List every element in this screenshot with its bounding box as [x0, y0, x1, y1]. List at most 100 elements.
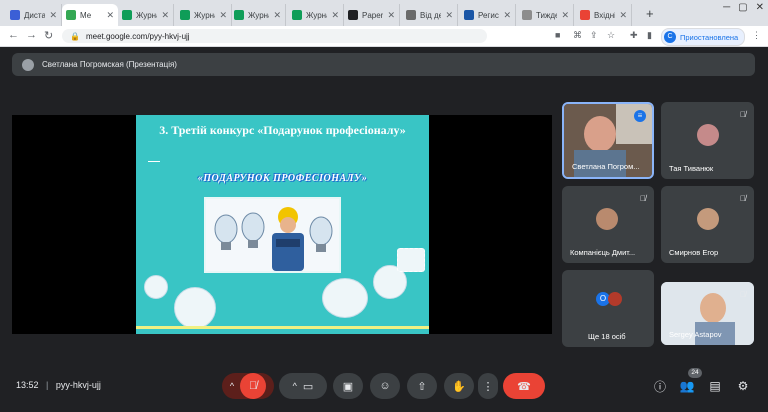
shared-slide: 3. Третій конкурс «Подарунок професіонал… [136, 115, 429, 334]
window-controls: ─ ▢ ✕ [723, 2, 764, 13]
bookmark-star-icon[interactable]: ☆ [607, 30, 615, 41]
presentation-banner: Светлана Погромская (Презентація) [12, 53, 755, 76]
participant-name: Смирнов Егор [669, 248, 719, 257]
raise-hand-icon: ✋ [452, 380, 466, 393]
presenter-avatar [22, 58, 34, 71]
tab-title: Дистан [24, 10, 46, 20]
tab-favicon-icon [292, 10, 302, 20]
tab-close-icon[interactable]: ✕ [561, 10, 569, 21]
end-call-icon: ☎ [517, 380, 531, 393]
tab-favicon-icon [522, 10, 532, 20]
tab-close-icon[interactable]: ✕ [273, 10, 281, 21]
mic-off-icon: 🎙̸ [740, 110, 746, 119]
slide-wordart: «ПОДАРУНОК ПРОФЕСІОНАЛУ» [197, 173, 368, 184]
browser-tab[interactable]: Тижде ✕ [518, 4, 574, 26]
participant-name: Sergey Astapov [669, 330, 722, 339]
tab-title: Ме [80, 10, 92, 20]
mic-off-icon: 🎙̸ [740, 290, 746, 299]
browser-tab[interactable]: Регист ✕ [460, 4, 516, 26]
browser-tab[interactable]: Журна ✕ [176, 4, 232, 26]
chevron-up-icon[interactable]: ^ [230, 381, 234, 391]
tab-favicon-icon [234, 10, 244, 20]
emoji-button[interactable]: ☺ [370, 373, 400, 399]
lock-icon: 🔒 [70, 31, 80, 41]
tab-close-icon[interactable]: ✕ [106, 10, 114, 21]
browser-tab[interactable]: Журна ✕ [230, 4, 286, 26]
chat-icon[interactable]: ▤ [704, 375, 726, 397]
maximize-icon[interactable]: ▢ [738, 2, 747, 13]
browser-tab[interactable]: Журна ✕ [288, 4, 344, 26]
reload-icon[interactable]: ↻ [44, 29, 53, 42]
people-icon[interactable]: 👥 [676, 375, 698, 397]
participant-tile[interactable]: 🎙̸ Тая Тиванюк [661, 102, 754, 179]
browser-tab[interactable]: Журна ✕ [118, 4, 174, 26]
microphone-button[interactable]: ^ 🎙̸ [222, 373, 274, 399]
browser-tab[interactable]: Дистан✕ [6, 4, 62, 26]
browser-tab[interactable]: Вхідні ✕ [576, 4, 632, 26]
close-window-icon[interactable]: ✕ [756, 2, 764, 13]
end-call-button[interactable]: ☎ [503, 373, 545, 399]
menu-dots-icon[interactable]: ⋮ [752, 30, 761, 41]
camera-icon: ▭ [302, 380, 314, 393]
info-icon[interactable]: ⓘ [649, 375, 671, 397]
participant-name: Светлана Погром... [572, 162, 640, 171]
present-icon: ⇧ [417, 380, 427, 393]
tab-title: Paperl [362, 10, 384, 20]
tab-close-icon[interactable]: ✕ [161, 10, 169, 21]
tab-close-icon[interactable]: ✕ [49, 10, 57, 21]
tab-close-icon[interactable]: ✕ [619, 10, 627, 21]
meeting-controls-bar: 13:52 | pyy-hkvj-ujj ^ 🎙̸ ^ ▭ ▣ ☺ ⇧ ✋ ⋮ … [0, 366, 768, 406]
url-field[interactable]: 🔒 meet.google.com/pyy-hkvj-ujj [62, 29, 487, 43]
tab-favicon-icon [348, 10, 358, 20]
slide-main-image [204, 197, 341, 273]
meeting-time: 13:52 [16, 380, 39, 390]
chevron-up-icon[interactable]: ^ [293, 381, 297, 391]
extensions-icon[interactable]: ✚ [630, 30, 638, 41]
participant-name: Тая Тиванюк [669, 164, 714, 173]
participant-name: Компанієць Дмит... [570, 248, 636, 257]
more-options-button[interactable]: ⋮ [478, 373, 498, 399]
browser-tab[interactable]: Paperl ✕ [344, 4, 400, 26]
address-toolbar: ← → ↻ 🔒 meet.google.com/pyy-hkvj-ujj ■ ⌘… [0, 26, 768, 47]
translate-icon[interactable]: ⌘ [573, 30, 582, 41]
browser-tab[interactable]: Від де ✕ [402, 4, 458, 26]
activities-icon[interactable]: ⚙ [732, 375, 754, 397]
forward-icon[interactable]: → [26, 29, 37, 41]
participant-tile[interactable]: 🎙̸ Sergey Astapov [661, 282, 754, 345]
camera-button[interactable]: ^ ▭ [279, 373, 327, 399]
back-icon[interactable]: ← [8, 29, 19, 41]
participant-tile[interactable]: ≡ Светлана Погром... [562, 102, 654, 179]
minimize-icon[interactable]: ─ [723, 2, 730, 13]
tab-favicon-icon [10, 10, 20, 20]
tab-favicon-icon [66, 10, 76, 20]
tab-close-icon[interactable]: ✕ [503, 10, 511, 21]
tab-close-icon[interactable]: ✕ [331, 10, 339, 21]
captions-button[interactable]: ▣ [333, 373, 363, 399]
participant-tile[interactable]: 🎙̸ Компанієць Дмит... [562, 186, 654, 263]
camera-indicator-icon[interactable]: ■ [555, 30, 560, 40]
participant-avatar [697, 208, 719, 230]
browser-tab-strip: Дистан✕Ме✕Журна✕Журна✕Журна✕Журна✕Paperl… [0, 0, 768, 26]
present-button[interactable]: ⇧ [407, 373, 437, 399]
more-participants-tile[interactable]: О Ще 18 осіб [562, 270, 654, 347]
tab-title: Від де [420, 10, 442, 20]
tab-close-icon[interactable]: ✕ [445, 10, 453, 21]
mic-off-icon: 🎙̸ [740, 194, 746, 203]
tab-close-icon[interactable]: ✕ [219, 10, 227, 21]
avatar: С [664, 31, 676, 43]
tab-title: Журна [248, 10, 269, 20]
new-tab-icon[interactable]: + [646, 6, 654, 21]
tab-favicon-icon [406, 10, 416, 20]
profile-button[interactable]: С Приостановлена [661, 28, 746, 46]
browser-tab[interactable]: Ме ✕ [62, 4, 118, 26]
share-icon[interactable]: ⇪ [590, 30, 598, 41]
tab-title: Журна [136, 10, 157, 20]
tab-title: Тижде [536, 10, 558, 20]
participant-tile[interactable]: 🎙̸ Смирнов Егор [661, 186, 754, 263]
raise-hand-button[interactable]: ✋ [444, 373, 474, 399]
participant-avatar [697, 124, 719, 146]
profile-status: Приостановлена [680, 32, 739, 42]
sidepanel-icon[interactable]: ▮ [647, 30, 652, 41]
tab-close-icon[interactable]: ✕ [387, 10, 395, 21]
tab-favicon-icon [122, 10, 132, 20]
